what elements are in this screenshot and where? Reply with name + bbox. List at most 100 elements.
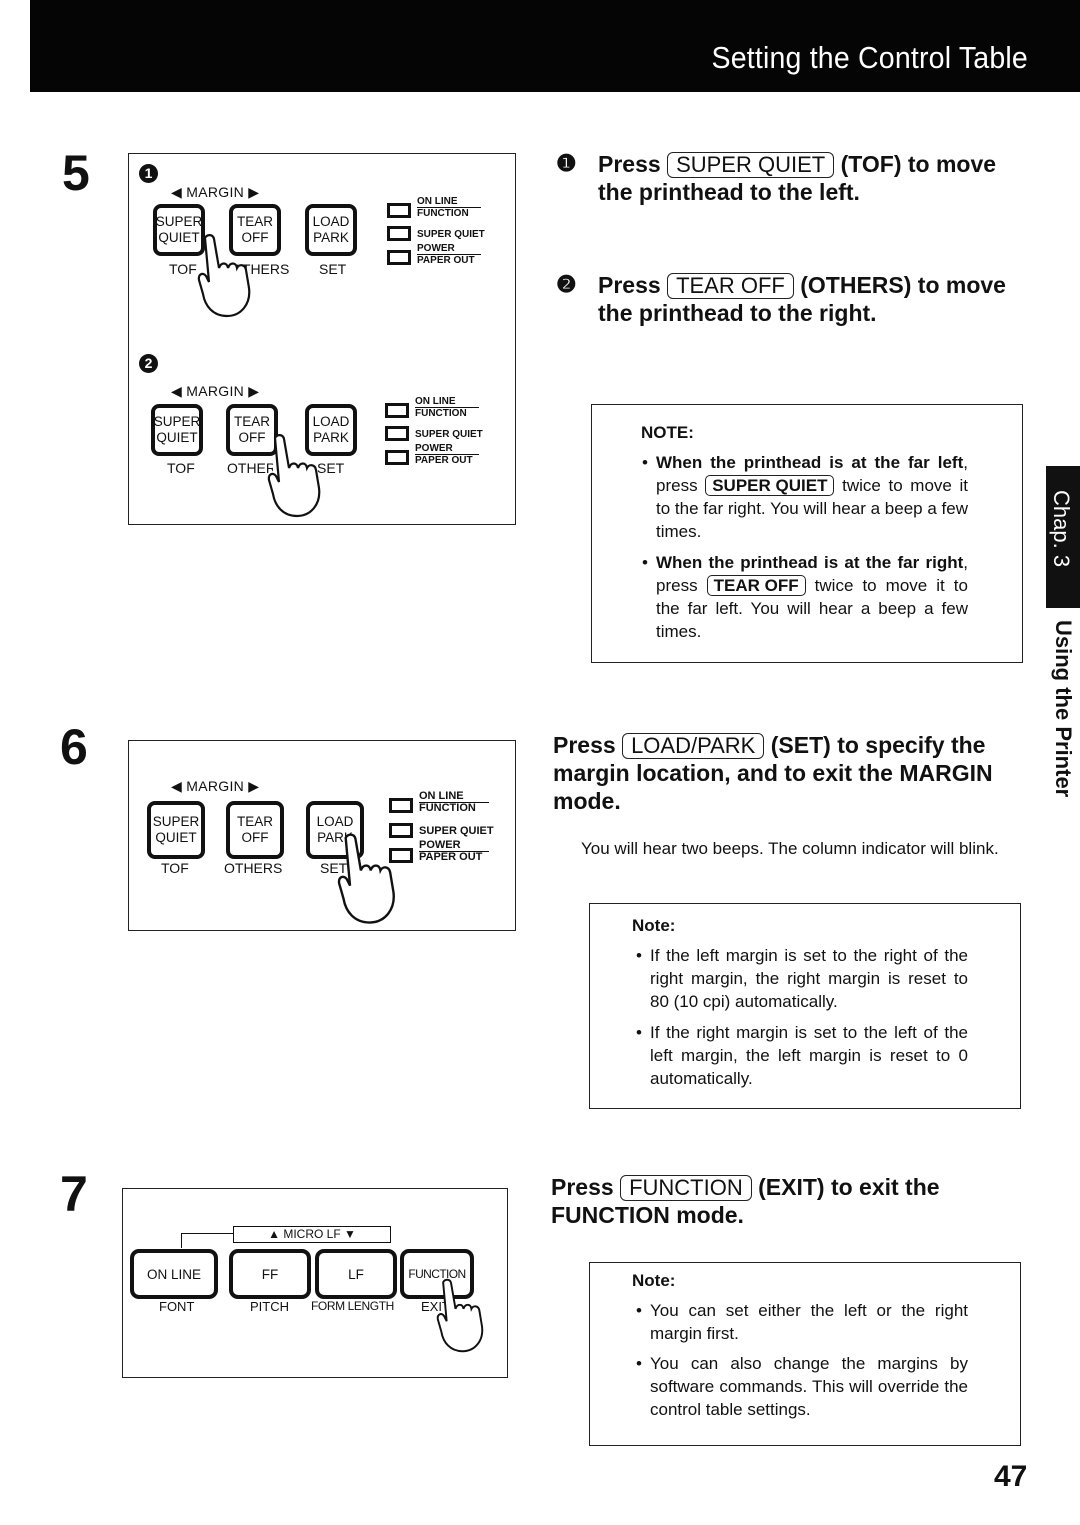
step5-instruction-1: Press SUPER QUIET (TOF) to move the prin… <box>598 150 1028 206</box>
instruction-marker-1: ❶ <box>556 150 577 176</box>
power-paperout-label: POWER PAPER OUT <box>415 443 479 466</box>
instruction-line3: mode. <box>553 788 621 814</box>
pointing-hand-icon <box>197 234 251 318</box>
key-label-top: SUPER <box>152 814 200 829</box>
super-quiet-led-label: SUPER QUIET <box>419 825 494 837</box>
led-label-bottom: FUNCTION <box>415 408 467 419</box>
load-park-key[interactable]: LOAD PARK <box>305 204 357 256</box>
step5-note-box: NOTE: • When the printhead is at the far… <box>591 404 1023 663</box>
instruction-prefix: Press <box>551 1174 614 1200</box>
step6-body-text: You will hear two beeps. The column indi… <box>581 839 999 858</box>
instruction-marker-2: ❷ <box>556 271 577 297</box>
key-label-bottom: QUIET <box>158 230 200 245</box>
note-item-bold: When the printhead is at the far left <box>656 453 964 472</box>
online-function-label: ON LINE FUNCTION <box>417 196 481 219</box>
section-label: Using the Printer <box>1051 620 1076 798</box>
note-title: Note: <box>632 1271 676 1290</box>
note-item: • You can also change the margins by sof… <box>636 1352 968 1421</box>
step7-panel-illustration: ▲ MICRO LF ▼ ON LINE FF LF FUNCTION FONT… <box>122 1188 508 1378</box>
note-item: • When the printhead is at the far right… <box>642 551 968 643</box>
super-quiet-led-label: SUPER QUIET <box>415 429 483 440</box>
page-title: Setting the Control Table <box>711 40 1028 75</box>
margin-label: ◀ MARGIN ▶ <box>171 184 260 200</box>
tear-off-key-ref: TEAR OFF <box>706 575 806 596</box>
online-led <box>385 403 409 418</box>
key-label-top: SUPER <box>155 214 203 229</box>
instruction-suffix: (EXIT) to exit the <box>758 1174 940 1200</box>
super-quiet-key[interactable]: SUPER QUIET <box>147 801 205 859</box>
super-quiet-key-ref: SUPER QUIET <box>705 475 835 496</box>
key-label: FF <box>261 1266 279 1282</box>
online-function-label: ON LINE FUNCTION <box>419 791 489 814</box>
led-label-top: ON LINE <box>415 396 479 408</box>
power-paperout-label: POWER PAPER OUT <box>417 243 481 266</box>
step-number-6: 6 <box>60 719 88 775</box>
margin-label: ◀ MARGIN ▶ <box>171 778 260 794</box>
others-label: OTHERS <box>224 860 283 876</box>
key-label-top: TEAR <box>236 214 273 229</box>
bullet-icon: • <box>636 1023 642 1042</box>
led-label-bottom: PAPER OUT <box>419 851 483 863</box>
led-label-bottom: FUNCTION <box>417 208 469 219</box>
tear-off-key-ref: TEAR OFF <box>667 273 794 299</box>
super-quiet-led <box>387 226 411 241</box>
font-label: FONT <box>159 1299 195 1314</box>
online-led <box>389 798 413 813</box>
key-label-bottom: QUIET <box>155 830 197 845</box>
instruction-line2: the printhead to the left. <box>598 179 860 205</box>
online-function-label: ON LINE FUNCTION <box>415 396 479 419</box>
note-item-post: twice to move it to the far left. You wi… <box>656 576 968 641</box>
led-label-top: POWER <box>415 443 479 455</box>
note-item-text: You can also change the margins by softw… <box>650 1354 968 1419</box>
note-item: • If the left margin is set to the right… <box>636 944 968 1013</box>
bullet-icon: • <box>636 1354 642 1373</box>
instruction-line2: the printhead to the right. <box>598 300 877 326</box>
tof-label: TOF <box>169 261 197 277</box>
instruction-suffix: (SET) to specify the <box>770 732 986 758</box>
pointing-hand-icon <box>436 1278 484 1353</box>
key-label: LF <box>348 1266 364 1282</box>
key-label-bottom: OFF <box>238 430 266 445</box>
bullet-icon: • <box>636 946 642 965</box>
margin-label: ◀ MARGIN ▶ <box>171 383 260 399</box>
key-label-top: TEAR <box>236 814 273 829</box>
key-label-top: TEAR <box>233 414 270 429</box>
online-key[interactable]: ON LINE <box>130 1249 218 1299</box>
pointing-hand-icon <box>267 434 321 518</box>
power-led <box>387 250 411 265</box>
panel2-marker: 2 <box>139 354 158 373</box>
pitch-label: PITCH <box>250 1299 289 1314</box>
lf-key[interactable]: LF <box>315 1249 397 1299</box>
key-label-top: LOAD <box>312 214 350 229</box>
note-item-text: If the left margin is set to the right o… <box>650 946 968 1011</box>
bullet-icon: • <box>642 453 648 472</box>
step7-note-box: Note: • You can set either the left or t… <box>589 1262 1021 1446</box>
form-length-label: FORM LENGTH <box>311 1299 394 1313</box>
chapter-tab-label: Chap. 3 <box>1049 490 1074 568</box>
micro-lf-label: ▲ MICRO LF ▼ <box>233 1226 391 1243</box>
key-label-top: LOAD <box>316 814 354 829</box>
key-label-bottom: OFF <box>241 830 269 845</box>
instruction-suffix: (TOF) to move <box>840 151 997 177</box>
note-title: NOTE: <box>641 423 694 442</box>
step6-panel-illustration: ◀ MARGIN ▶ SUPER QUIET TEAR OFF LOAD PAR… <box>128 740 516 931</box>
micro-lf-bracket <box>181 1233 234 1248</box>
instruction-line2: margin location, and to exit the MARGIN <box>553 760 993 786</box>
power-paperout-label: POWER PAPER OUT <box>419 840 489 863</box>
step6-note-box: Note: • If the left margin is set to the… <box>589 903 1021 1109</box>
note-item-bold: When the printhead is at the far right <box>656 553 964 572</box>
note-item-text: You can set either the left or the right… <box>650 1301 968 1343</box>
set-label: SET <box>319 261 347 277</box>
instruction-prefix: Press <box>598 151 661 177</box>
key-label-top: SUPER <box>153 414 201 429</box>
bullet-icon: • <box>642 553 648 572</box>
led-label-bottom: PAPER OUT <box>417 255 475 266</box>
ff-key[interactable]: FF <box>229 1249 311 1299</box>
tear-off-key[interactable]: TEAR OFF <box>226 801 284 859</box>
super-quiet-key[interactable]: SUPER QUIET <box>151 404 203 456</box>
step5-panel-illustration: 1 ◀ MARGIN ▶ SUPER QUIET TEAR OFF LOAD P… <box>128 153 516 525</box>
super-quiet-key-ref: SUPER QUIET <box>667 152 835 178</box>
step7-instruction: Press FUNCTION (EXIT) to exit the FUNCTI… <box>551 1173 1023 1229</box>
note-title: Note: <box>632 916 676 935</box>
step5-instruction-2: Press TEAR OFF (OTHERS) to move the prin… <box>598 271 1038 327</box>
